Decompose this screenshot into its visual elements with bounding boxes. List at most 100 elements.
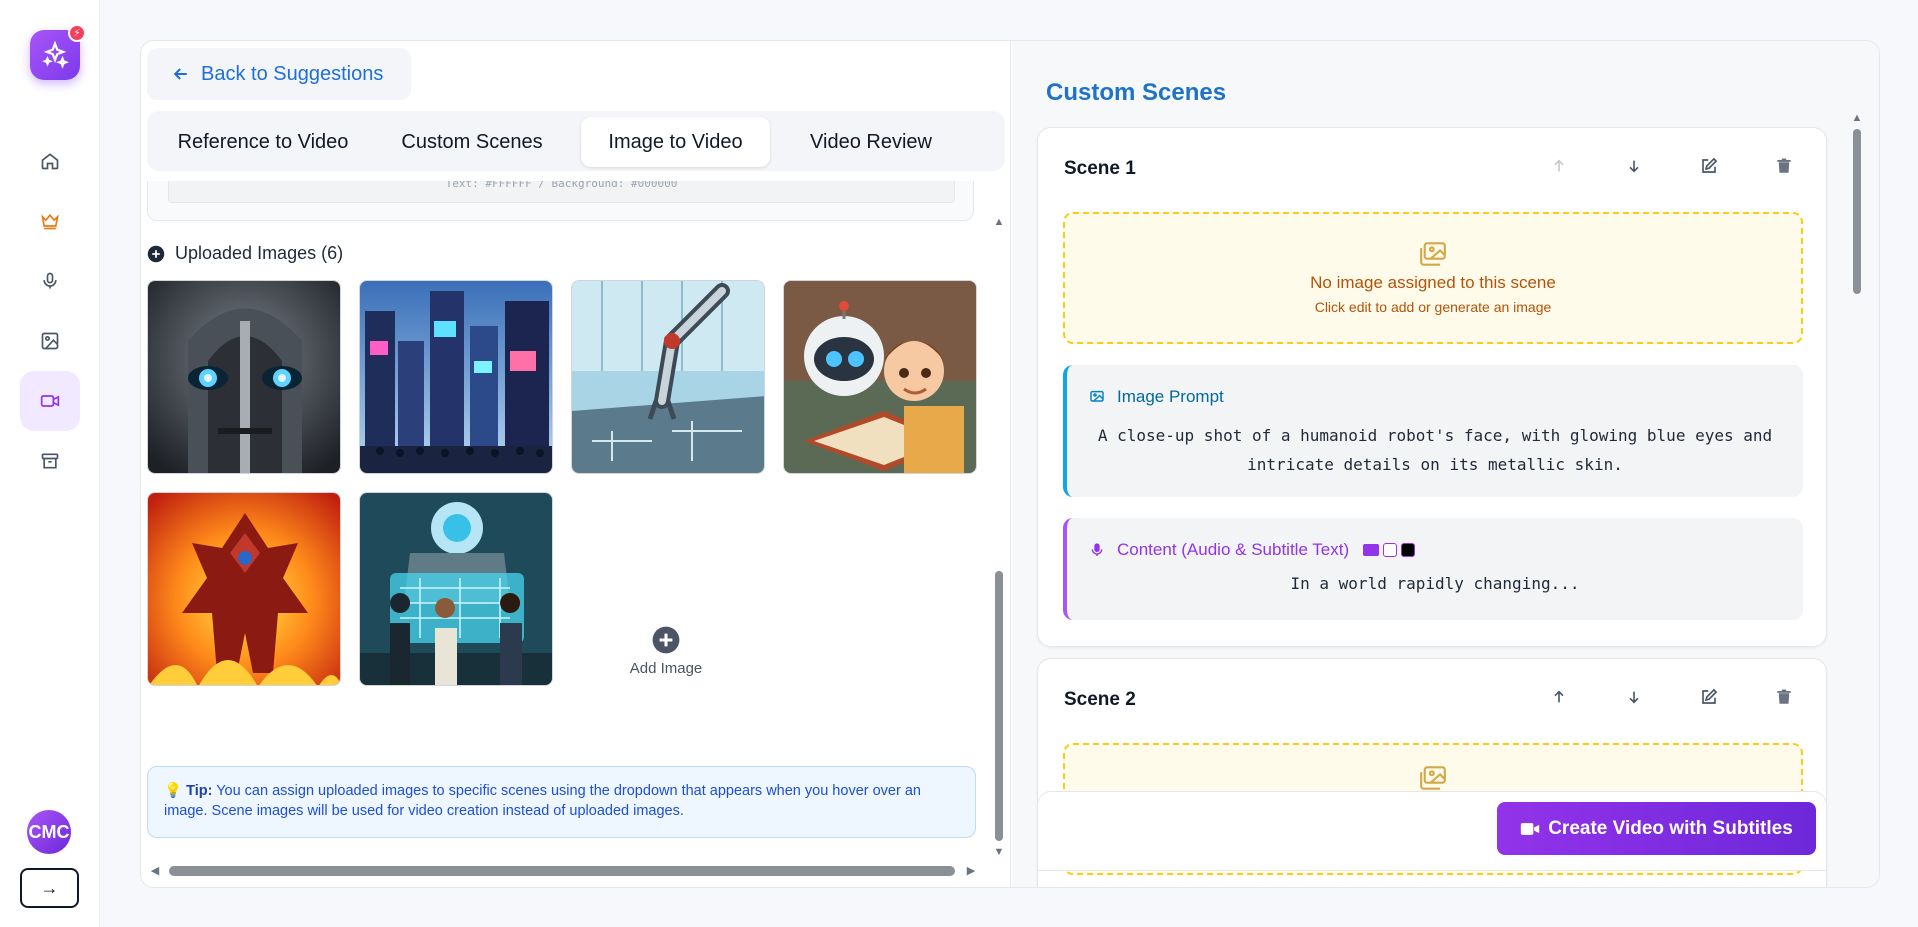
- tab-custom-scenes[interactable]: Custom Scenes: [379, 117, 565, 167]
- tip-text: You can assign uploaded images to specif…: [164, 783, 921, 819]
- left-scroll-area[interactable]: Text: #FFFFFF / Background: #000000 Uplo…: [141, 181, 996, 861]
- left-horizontal-scrollbar[interactable]: ◀ ▶: [147, 861, 987, 881]
- text-color-swatch: [1383, 543, 1398, 557]
- lightbulb-icon: 💡: [164, 783, 183, 799]
- scroll-down-arrow-icon[interactable]: ▼: [991, 845, 1007, 859]
- arrow-down-icon: [1629, 691, 1639, 704]
- plus-circle-icon: [147, 245, 165, 262]
- no-image-placeholder[interactable]: No image assigned to this scene Click ed…: [1063, 212, 1803, 344]
- scroll-right-arrow-icon[interactable]: ▶: [963, 864, 979, 878]
- scene-actions: [1547, 685, 1796, 709]
- move-up-button[interactable]: [1547, 685, 1571, 709]
- app-logo[interactable]: ⚡: [30, 24, 86, 80]
- edit-icon: [1702, 157, 1718, 173]
- custom-scenes-title: Custom Scenes: [1046, 79, 1227, 106]
- uploaded-image-robot-reading[interactable]: [783, 280, 977, 474]
- scene-card: Scene 1 No image assigned to this scene: [1037, 127, 1827, 647]
- image-icon: [41, 332, 59, 350]
- uploaded-image-neon-city[interactable]: [359, 280, 553, 474]
- uploaded-image-robot-face[interactable]: [147, 280, 341, 474]
- no-image-title: No image assigned to this scene: [1310, 273, 1556, 292]
- right-scrollbar-thumb[interactable]: [1853, 129, 1861, 294]
- back-to-suggestions-button[interactable]: Back to Suggestions: [147, 48, 411, 100]
- content-text: In a world rapidly changing...: [1290, 574, 1580, 593]
- tab-bar: Reference to Video Custom Scenes Image t…: [147, 111, 1005, 171]
- uploaded-image-robot-arm[interactable]: [571, 280, 765, 474]
- scene-title: Scene 1: [1064, 158, 1136, 179]
- left-vertical-scrollbar[interactable]: ▲ ▼: [991, 211, 1007, 861]
- microphone-icon: [43, 272, 57, 289]
- edit-scene-button[interactable]: [1697, 154, 1721, 178]
- closed-captions-icon: [1363, 544, 1380, 556]
- trash-icon: [1777, 158, 1791, 173]
- scroll-down-arrow-icon[interactable]: ▼: [1849, 885, 1865, 887]
- move-down-button[interactable]: [1622, 685, 1646, 709]
- scroll-up-arrow-icon[interactable]: ▲: [1849, 111, 1865, 125]
- create-video-footer: Create Video with Subtitles: [1037, 791, 1827, 871]
- sidebar-item-premium[interactable]: [20, 191, 80, 251]
- sparkles-icon: [42, 40, 70, 69]
- images-icon: [1420, 242, 1446, 266]
- delete-scene-button[interactable]: [1772, 685, 1796, 709]
- tip-box: 💡 Tip: You can assign uploaded images to…: [147, 766, 976, 838]
- images-icon: [1420, 766, 1446, 790]
- right-vertical-scrollbar[interactable]: ▲ ▼: [1849, 63, 1865, 887]
- uploaded-image-hologram-robot[interactable]: [359, 492, 553, 686]
- back-label: Back to Suggestions: [201, 62, 384, 85]
- video-camera-icon: [1521, 822, 1540, 835]
- sidebar-item-video[interactable]: [20, 371, 80, 431]
- create-video-label: Create Video with Subtitles: [1548, 817, 1793, 839]
- delete-scene-button[interactable]: [1772, 154, 1796, 178]
- collapse-sidebar-button[interactable]: →: [20, 868, 79, 908]
- horizontal-scrollbar-thumb[interactable]: [169, 866, 955, 876]
- main-frame: Back to Suggestions Reference to Video C…: [140, 40, 1880, 888]
- scroll-left-arrow-icon[interactable]: ◀: [147, 864, 163, 878]
- no-image-hint: Click edit to add or generate an image: [1314, 299, 1552, 315]
- sidebar-item-archive[interactable]: [20, 431, 80, 491]
- plus-circle-icon: [652, 626, 680, 653]
- tab-reference-to-video[interactable]: Reference to Video: [155, 117, 371, 167]
- background-color-swatch: [1401, 543, 1416, 557]
- move-down-button[interactable]: [1622, 154, 1646, 178]
- content-box: Content (Audio & Subtitle Text) In a wor…: [1063, 518, 1803, 620]
- content-header: Content (Audio & Subtitle Text): [1089, 540, 1416, 560]
- microphone-icon: [1091, 543, 1103, 556]
- uploaded-image-robot-fire[interactable]: [147, 492, 341, 686]
- edit-icon: [1702, 688, 1718, 704]
- uploaded-images-label: Uploaded Images (6): [175, 243, 344, 263]
- scene-title: Scene 2: [1064, 689, 1136, 710]
- sidebar-item-home[interactable]: [20, 131, 80, 191]
- app-sidebar: ⚡ CMC →: [0, 0, 100, 927]
- tab-video-review[interactable]: Video Review: [779, 117, 963, 167]
- add-image-label: Add Image: [629, 659, 703, 677]
- arrow-left-icon: [173, 68, 187, 80]
- edit-scene-button[interactable]: [1697, 685, 1721, 709]
- tip-prefix: Tip:: [186, 783, 213, 799]
- image-prompt-label: Image Prompt: [1117, 387, 1224, 406]
- crown-icon: [41, 213, 59, 230]
- subtitle-style-indicators: [1363, 543, 1416, 557]
- move-up-button[interactable]: [1547, 154, 1571, 178]
- archive-box-icon: [41, 453, 59, 469]
- color-settings-text: Text: #FFFFFF / Background: #000000: [168, 181, 955, 203]
- content-label: Content (Audio & Subtitle Text): [1117, 540, 1350, 559]
- scroll-up-arrow-icon[interactable]: ▲: [991, 215, 1007, 229]
- left-panel: Back to Suggestions Reference to Video C…: [141, 41, 1011, 887]
- arrow-down-icon: [1629, 160, 1639, 173]
- image-icon: [1090, 390, 1104, 402]
- left-scrollbar-thumb[interactable]: [995, 571, 1003, 841]
- scene-actions: [1547, 154, 1796, 178]
- sidebar-item-audio[interactable]: [20, 251, 80, 311]
- image-prompt-text: A close-up shot of a humanoid robot's fa…: [1097, 426, 1773, 474]
- color-settings-strip: Text: #FFFFFF / Background: #000000: [147, 181, 974, 221]
- arrow-up-icon: [1554, 159, 1564, 172]
- user-avatar[interactable]: CMC: [27, 810, 71, 854]
- create-video-button[interactable]: Create Video with Subtitles: [1497, 802, 1816, 855]
- logo-badge: ⚡: [68, 24, 86, 42]
- add-image-button[interactable]: Add Image: [569, 554, 763, 748]
- arrow-up-icon: [1554, 690, 1564, 703]
- custom-scenes-panel: Custom Scenes Scene 1 No image assigned …: [1012, 41, 1879, 887]
- video-camera-icon: [40, 395, 60, 407]
- sidebar-item-images[interactable]: [20, 311, 80, 371]
- tab-image-to-video[interactable]: Image to Video: [581, 117, 770, 167]
